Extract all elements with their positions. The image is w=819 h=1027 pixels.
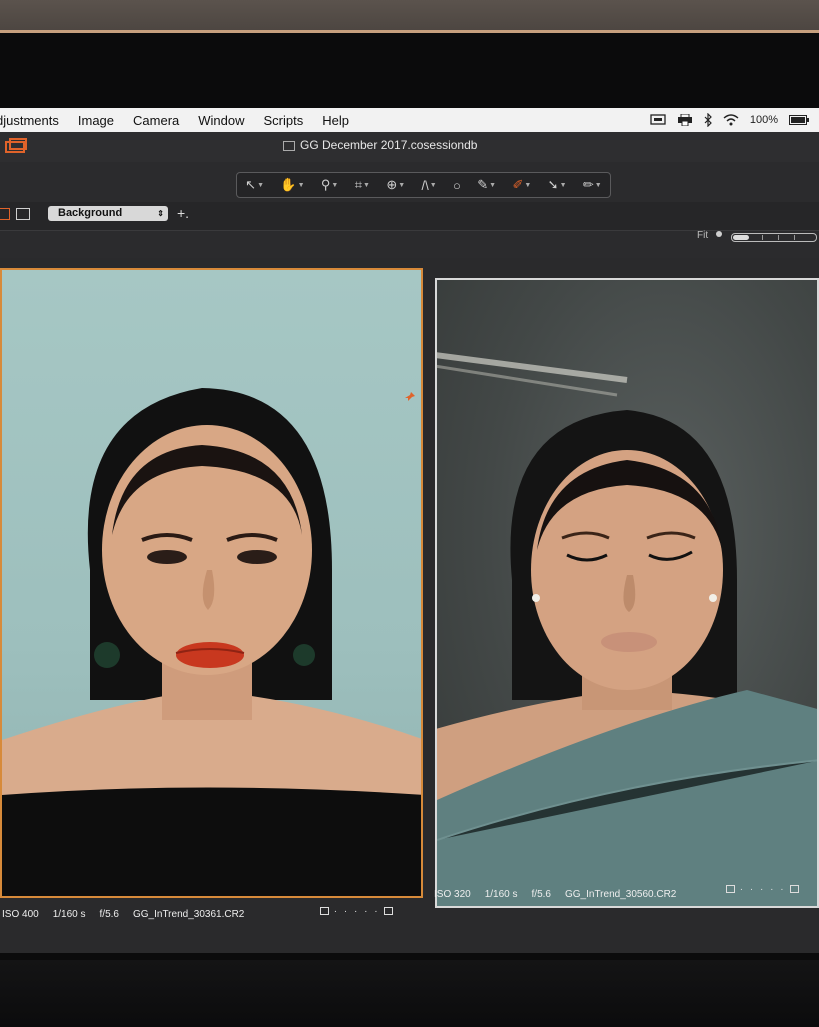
menu-scripts[interactable]: Scripts [264,113,304,128]
wifi-icon[interactable] [723,114,739,126]
menu-image[interactable]: Image [78,113,114,128]
menu-window[interactable]: Window [198,113,244,128]
image-1-aperture: f/5.6 [99,908,119,920]
image-2-filename: GG_InTrend_30560.CR2 [564,888,677,900]
image-2-iso: ISO 320 [434,888,471,900]
zoom-slider[interactable] [731,233,817,242]
document-icon [283,140,295,151]
portrait-2-illustration [437,352,817,906]
photo-secondary[interactable] [435,278,819,908]
layer-select-value: Background [58,207,123,219]
fit-label: Fit [697,230,709,241]
image-1-iso: ISO 400 [2,908,39,920]
menu-help[interactable]: Help [322,113,349,128]
zoom-tick [762,235,763,240]
image-1-rating[interactable]: · · · · · [320,906,394,917]
add-layer-icon[interactable]: +. [177,205,189,221]
image-2-aperture: f/5.6 [531,888,551,900]
document-title: GG December 2017.cosessiondb [283,138,477,152]
info-icon[interactable] [384,907,394,916]
image-2-rating[interactable]: · · · · · [726,884,800,895]
layer-select[interactable]: Background ⇕ [48,206,168,221]
image-2-shutter: 1/160 s [484,888,518,900]
spot-icon[interactable]: ○ [453,178,461,193]
zoom-tick [794,235,795,240]
image-1-filename: GG_InTrend_30361.CR2 [132,908,245,920]
pen-icon[interactable]: ✏ ▼ [583,177,602,193]
eraser-icon[interactable]: ✐ ▼ [512,177,531,193]
info-icon[interactable] [790,885,800,894]
battery-icon[interactable] [789,115,809,125]
monitor-bottom-bezel [0,960,819,1024]
image-info-1: ISO 400 1/160 s f/5.6 GG_InTrend_30361.C… [2,906,258,922]
brush-icon[interactable]: ✎ ▼ [477,177,496,193]
zoom-tick [778,235,779,240]
image-info-2: ISO 320 1/160 s f/5.6 GG_InTrend_30560.C… [434,886,690,902]
battery-percent: 100% [749,114,778,126]
airplay-icon[interactable] [650,114,666,126]
menu-bar: djustments Image Camera Window Scripts H… [0,108,819,132]
tool-bar: ↖ ▼ ✋ ▼ ⚲ ▼ ⌗ ▼ ⊕ ▼ /\ ▼ ○ ✎ ▼ ✐ ▼ ➘ ▼ ✏ ▼ [236,172,611,198]
monitor-screen: djustments Image Camera Window Scripts H… [0,108,819,953]
bluetooth-icon[interactable] [704,113,712,127]
printer-icon[interactable] [677,114,693,126]
chevron-updown-icon: ⇕ [157,209,164,218]
tag-icon[interactable] [320,907,329,916]
menu-camera[interactable]: Camera [133,113,179,128]
keystone-icon[interactable]: /\ ▼ [422,178,437,193]
person-icon [716,231,722,237]
cursor-icon[interactable]: ↖ ▼ [245,177,264,193]
grid-view-icon[interactable] [0,208,10,220]
pin-icon[interactable] [404,391,416,403]
zoom-slider-thumb[interactable] [733,235,749,240]
document-title-text: GG December 2017.cosessiondb [300,138,478,152]
image-1-shutter: 1/160 s [52,908,86,920]
tag-icon[interactable] [726,885,735,894]
status-area: 100% [650,108,809,132]
picker-icon[interactable]: ➘ ▼ [548,177,567,193]
rotate-icon[interactable]: ⊕ ▼ [386,177,405,193]
single-view-icon[interactable] [16,208,30,220]
sessions-icon[interactable] [4,138,28,154]
pan-icon[interactable]: ✋ ▼ [280,177,304,193]
menu-adjustments[interactable]: djustments [0,113,59,128]
portrait-1-illustration [2,388,421,896]
photo-primary[interactable] [0,268,423,898]
title-bar: GG December 2017.cosessiondb [0,132,819,162]
crop-icon[interactable]: ⌗ ▼ [355,177,370,193]
zoom-icon[interactable]: ⚲ ▼ [321,177,338,193]
